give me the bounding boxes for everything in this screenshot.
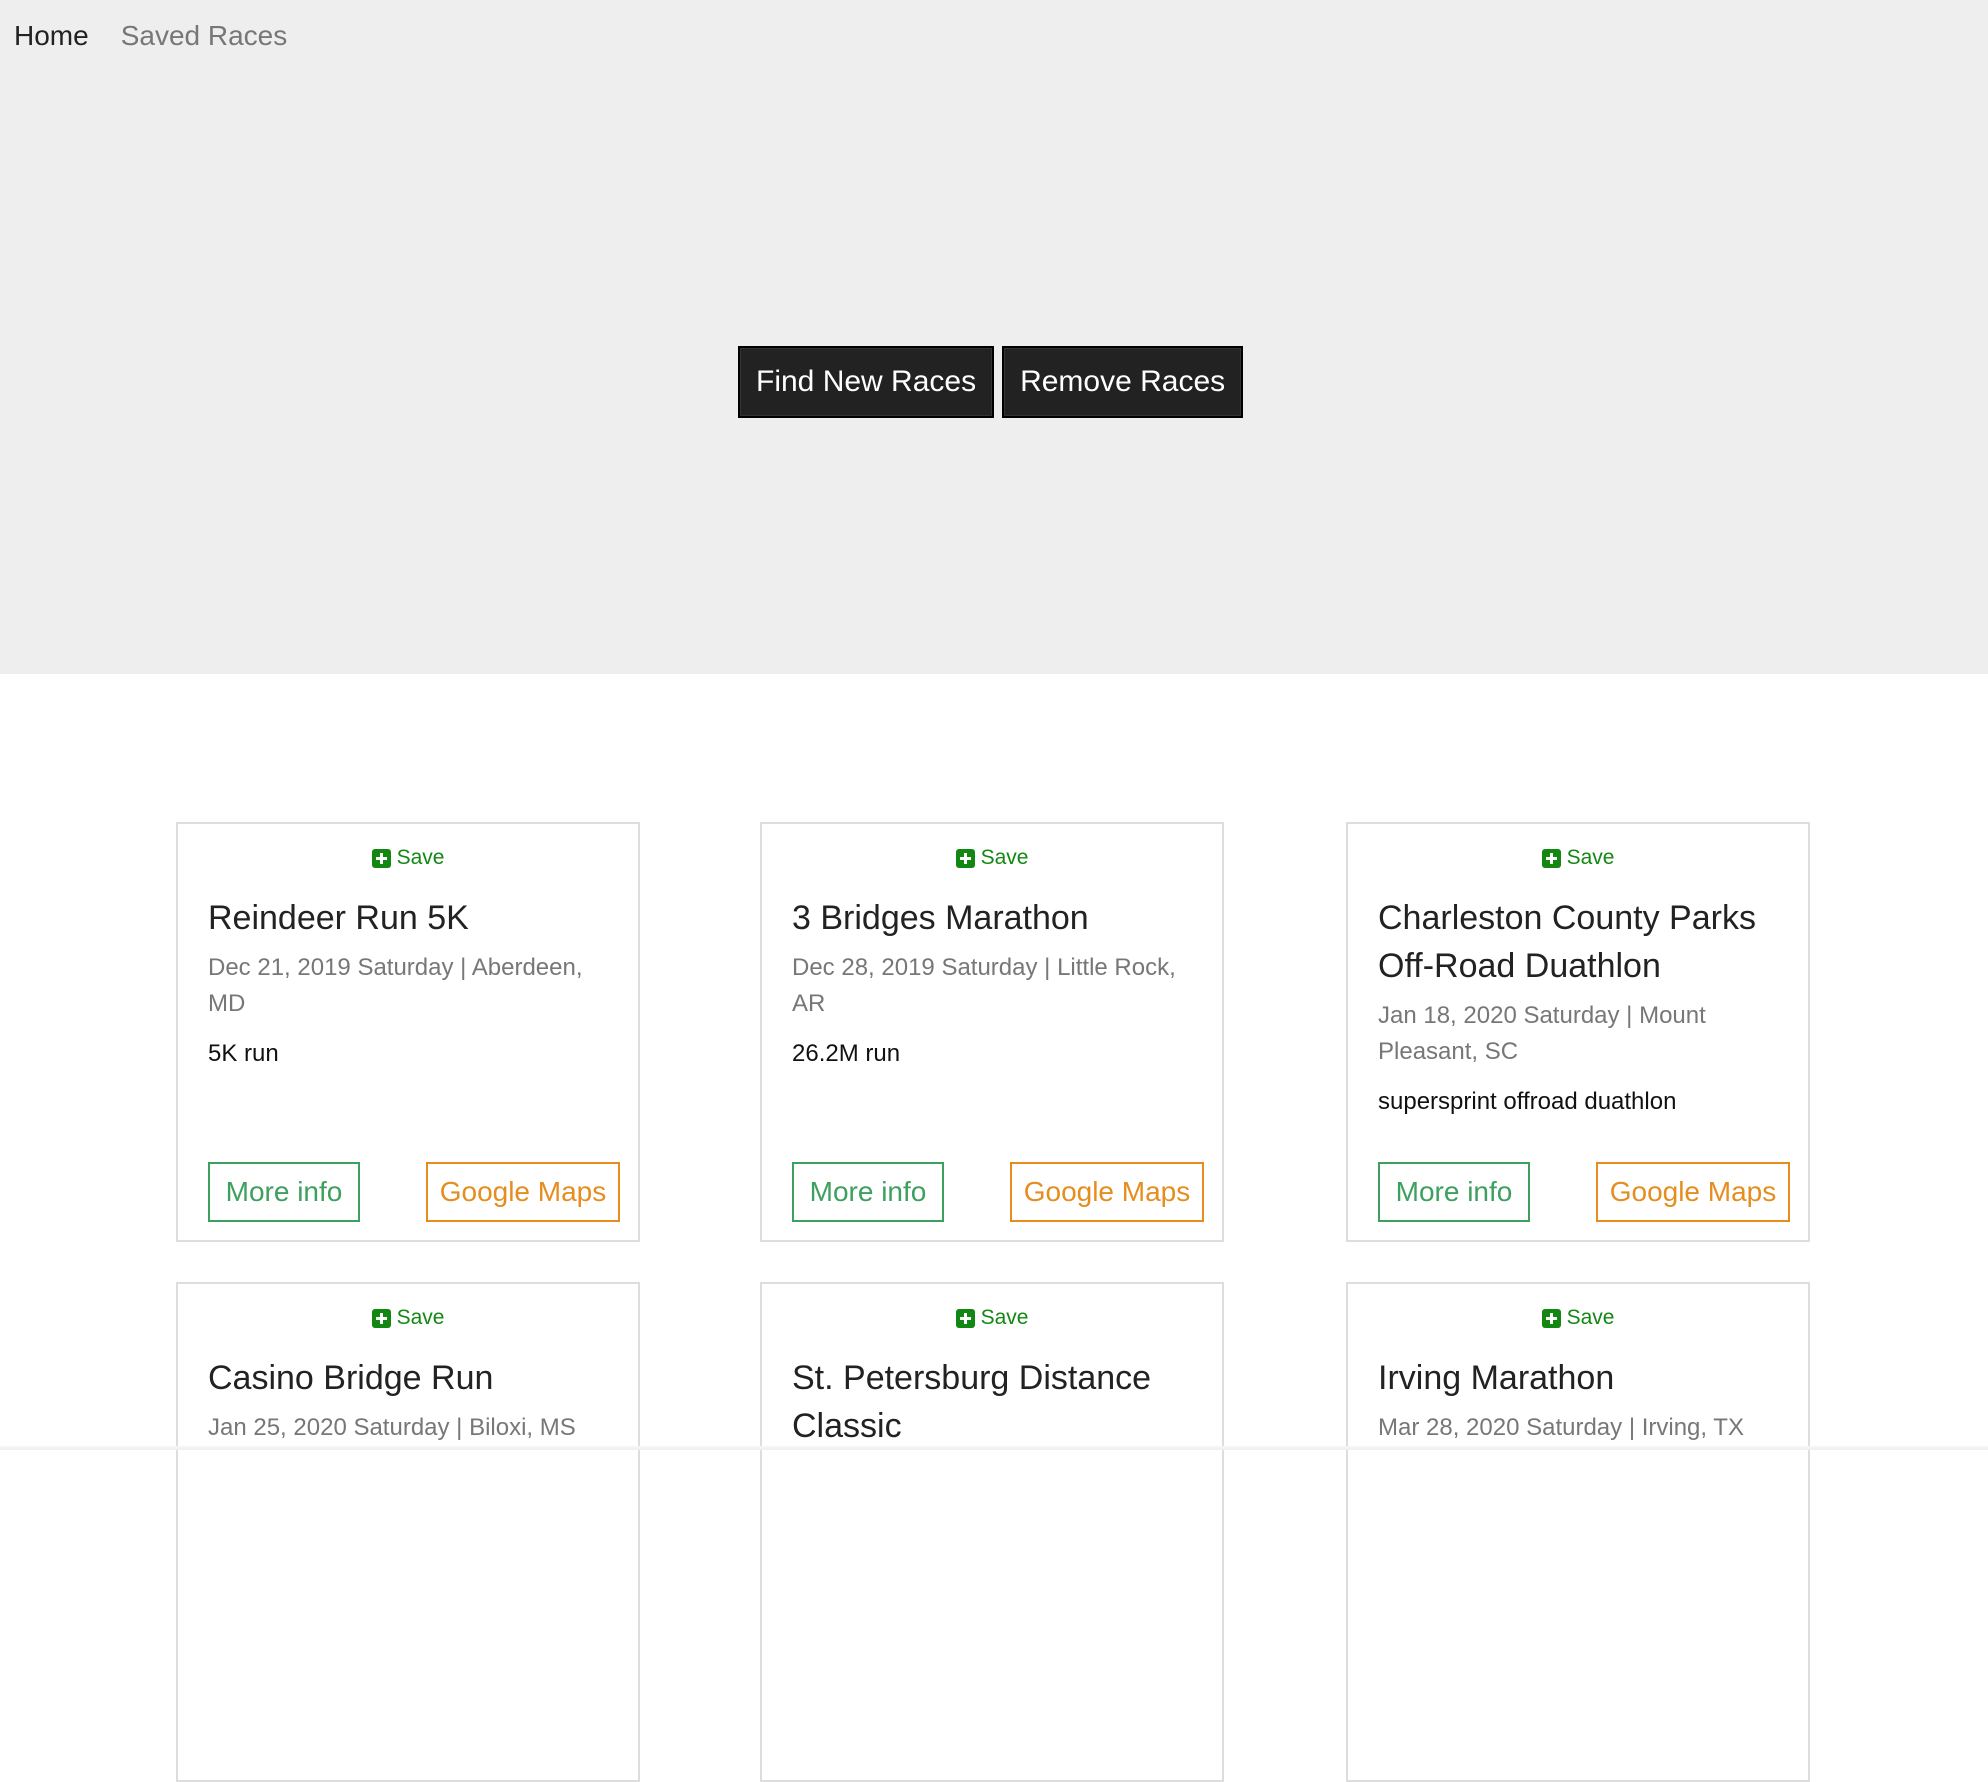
race-title: Casino Bridge Run [208,1359,494,1397]
race-card: Save Irving Marathon Mar 28, 2020 Saturd… [1346,1282,1810,1782]
more-info-button[interactable]: More info [208,1162,360,1222]
nav-saved-races-link[interactable]: Saved Races [121,20,288,52]
remove-races-button[interactable]: Remove Races [1002,346,1244,418]
save-label: Save [396,846,445,869]
save-button[interactable]: Save [178,846,638,870]
find-new-races-button[interactable]: Find New Races [738,346,995,418]
plus-square-icon [1541,848,1561,868]
nav-home-link[interactable]: Home [14,20,89,52]
more-info-button[interactable]: More info [792,1162,944,1222]
race-type: 26.2M run [792,1040,901,1067]
save-button[interactable]: Save [1348,1306,1808,1330]
hero-actions: Find New Races Remove Races [738,346,1244,418]
race-title: 3 Bridges Marathon [792,899,1089,937]
plus-square-icon [955,1308,975,1328]
google-maps-button[interactable]: Google Maps [1010,1162,1204,1222]
plus-square-icon [955,848,975,868]
save-button[interactable]: Save [178,1306,638,1330]
google-maps-button[interactable]: Google Maps [1596,1162,1790,1222]
save-label: Save [980,846,1029,869]
hero-section: Home Saved Races Find New Races Remove R… [0,0,1988,674]
race-title: Irving Marathon [1378,1359,1615,1397]
save-label: Save [980,1306,1029,1329]
race-title: Reindeer Run 5K [208,899,469,937]
google-maps-button[interactable]: Google Maps [426,1162,620,1222]
save-button[interactable]: Save [762,846,1222,870]
race-card: Save Reindeer Run 5K Dec 21, 2019 Saturd… [176,822,640,1242]
race-card: Save Casino Bridge Run Jan 25, 2020 Satu… [176,1282,640,1782]
race-date-location: Dec 28, 2019 Saturday | Little Rock, AR [792,954,1176,1017]
save-label: Save [1566,846,1615,869]
plus-square-icon [371,1308,391,1328]
race-title: Charleston County Parks Off-Road Duathlo… [1378,899,1756,985]
save-label: Save [396,1306,445,1329]
plus-square-icon [371,848,391,868]
race-date-location: Jan 18, 2020 Saturday | Mount Pleasant, … [1378,1002,1706,1065]
plus-square-icon [1541,1308,1561,1328]
page-bottom-edge [0,1446,1988,1450]
race-title: St. Petersburg Distance Classic [792,1359,1152,1445]
save-button[interactable]: Save [762,1306,1222,1330]
race-type: supersprint offroad duathlon [1378,1088,1677,1115]
top-nav: Home Saved Races [14,20,287,52]
race-type: 5K run [208,1040,279,1067]
race-card: Save St. Petersburg Distance Classic [760,1282,1224,1782]
race-date-location: Jan 25, 2020 Saturday | Biloxi, MS [208,1414,576,1441]
more-info-button[interactable]: More info [1378,1162,1530,1222]
race-date-location: Dec 21, 2019 Saturday | Aberdeen, MD [208,954,583,1017]
race-card: Save Charleston County Parks Off-Road Du… [1346,822,1810,1242]
save-label: Save [1566,1306,1615,1329]
race-card: Save 3 Bridges Marathon Dec 28, 2019 Sat… [760,822,1224,1242]
save-button[interactable]: Save [1348,846,1808,870]
race-date-location: Mar 28, 2020 Saturday | Irving, TX [1378,1414,1744,1441]
